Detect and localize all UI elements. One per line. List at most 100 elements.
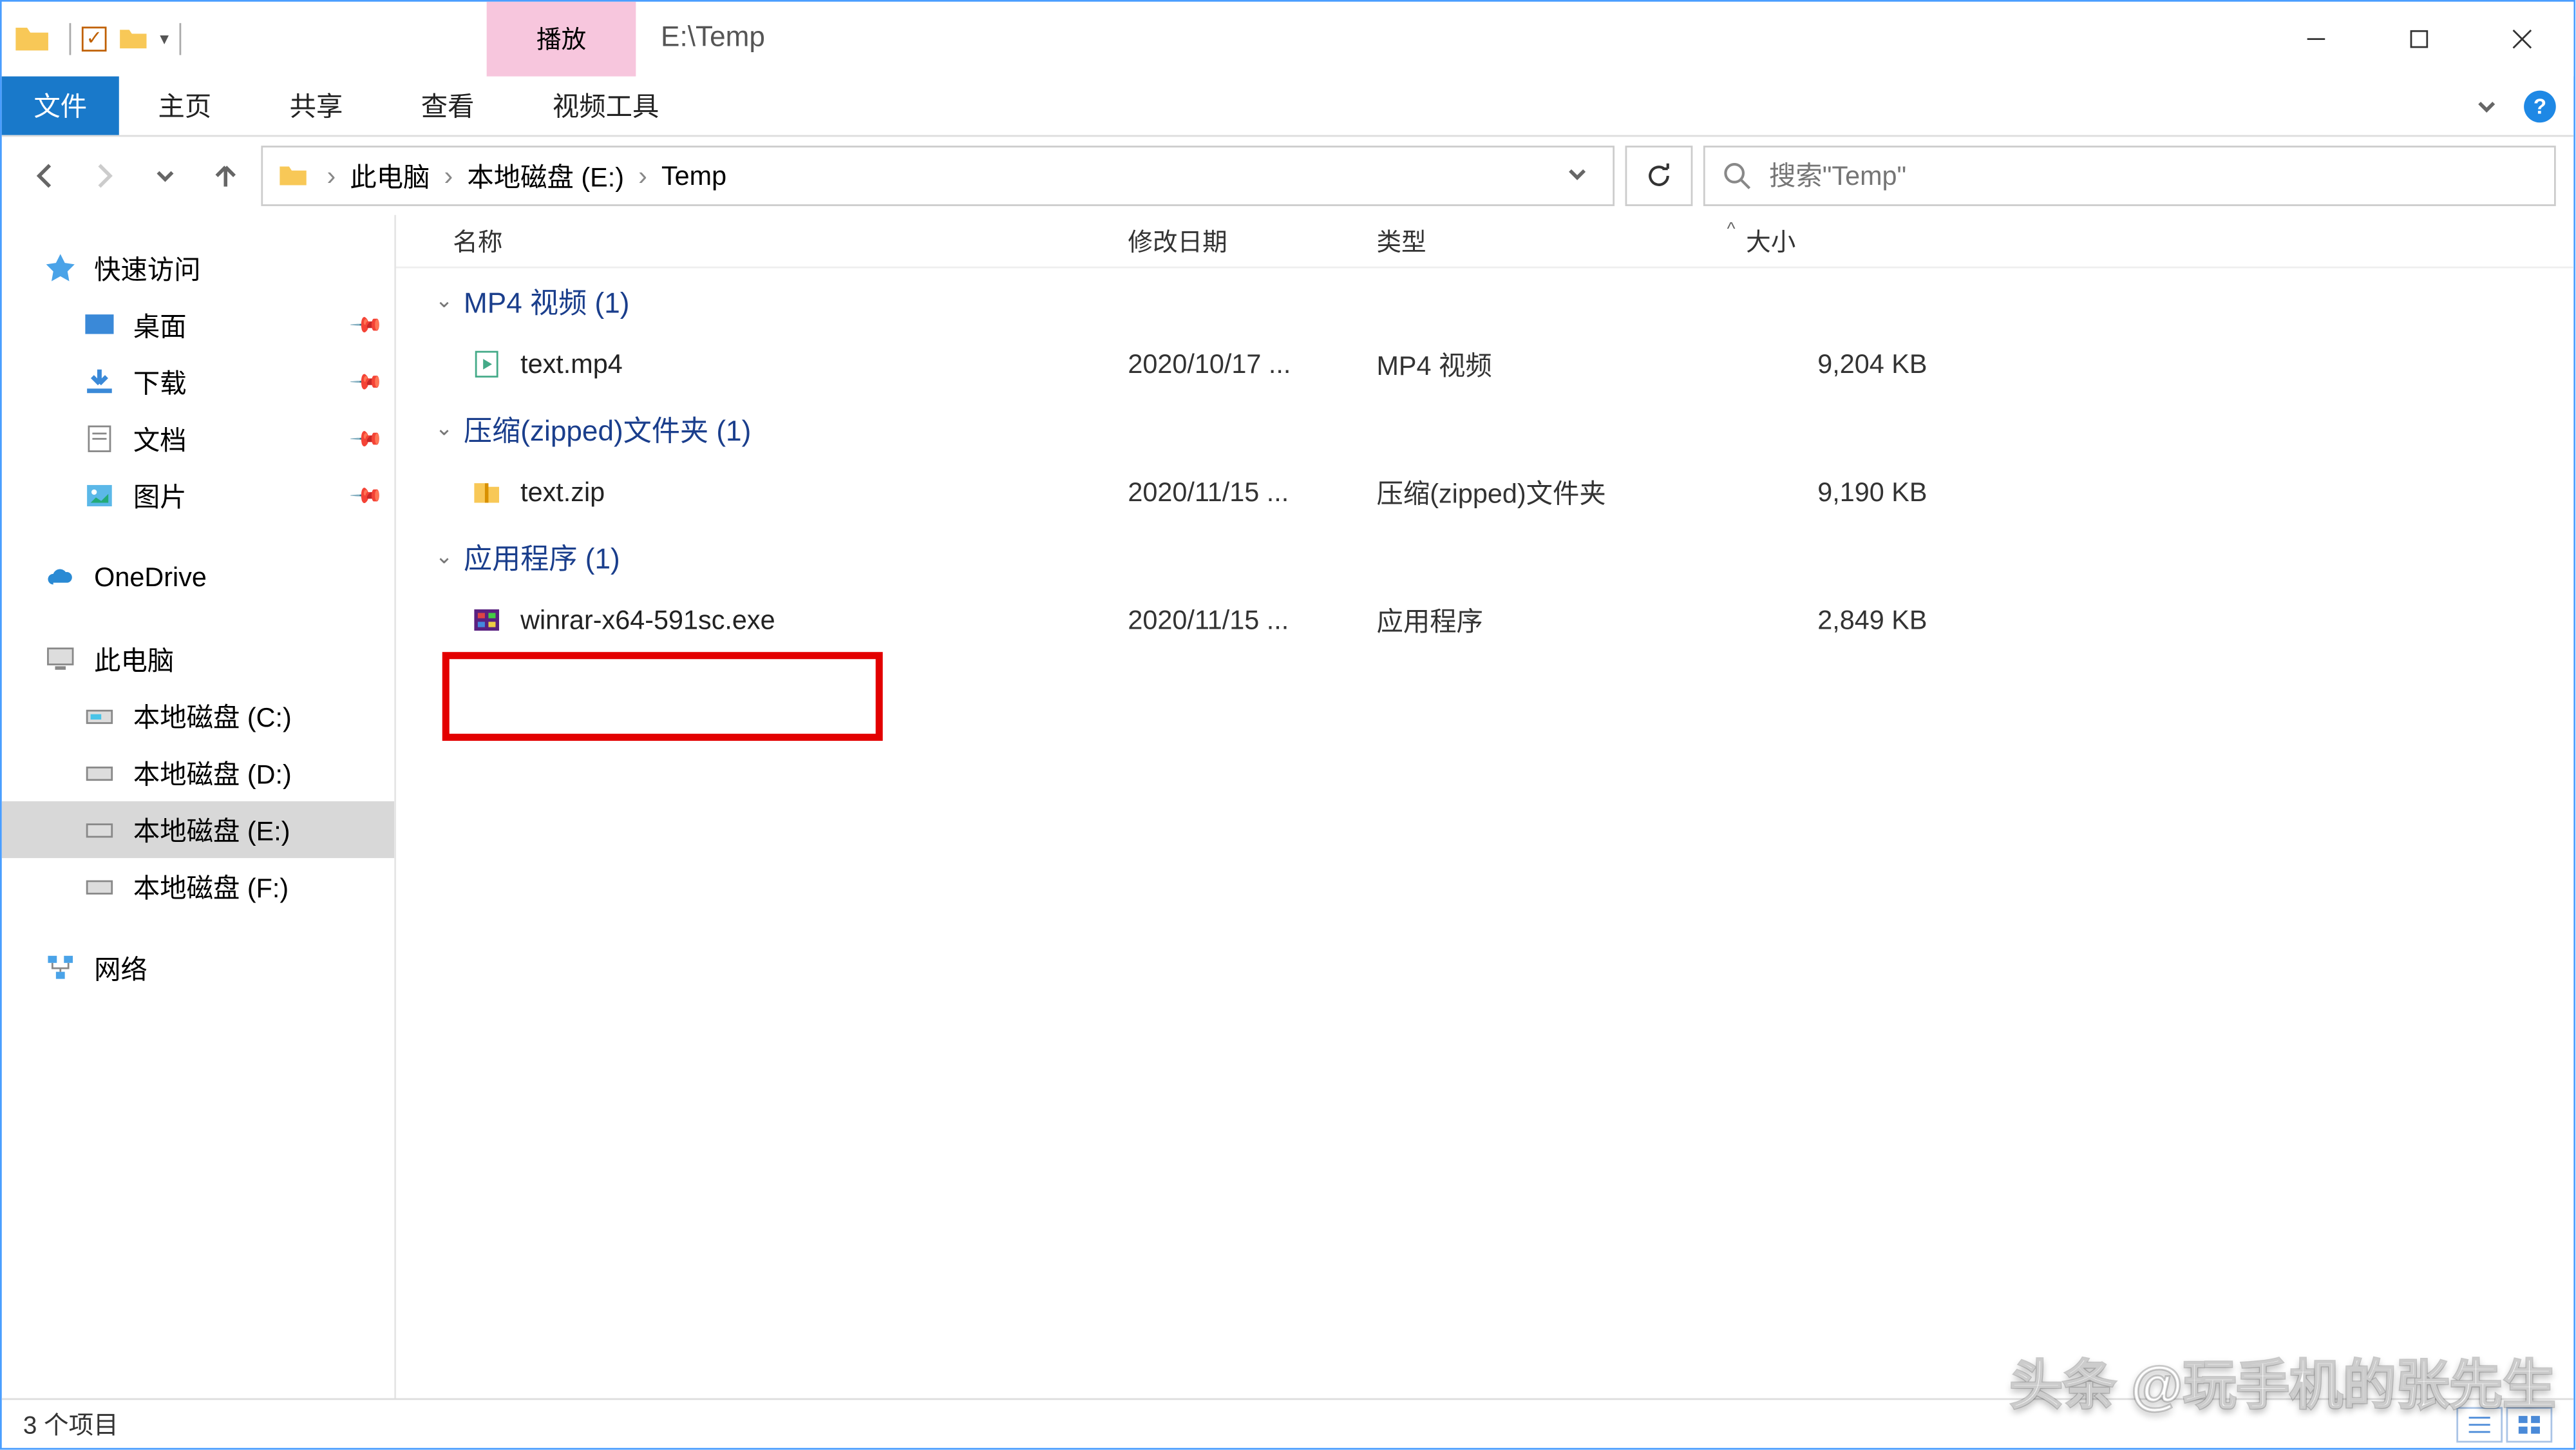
- divider: [180, 23, 182, 55]
- history-dropdown[interactable]: [140, 151, 190, 200]
- maximize-button[interactable]: [2367, 2, 2470, 77]
- help-icon[interactable]: ?: [2524, 90, 2556, 122]
- item-count: 3 个项目: [23, 1406, 118, 1442]
- folder-icon: [117, 23, 149, 55]
- chevron-right-icon[interactable]: ›: [631, 161, 654, 191]
- sidebar-desktop[interactable]: 桌面📌: [2, 297, 395, 354]
- file-list: 名称 修改日期 类型^ 大小 ⌄MP4 视频 (1) text.mp4 2020…: [396, 215, 2573, 1398]
- sidebar-drive-f[interactable]: 本地磁盘 (F:): [2, 858, 395, 915]
- sidebar-drive-e[interactable]: 本地磁盘 (E:): [2, 801, 395, 858]
- folder-icon: [277, 160, 309, 192]
- window-controls: [2264, 2, 2573, 77]
- file-type: 压缩(zipped)文件夹: [1376, 473, 1749, 511]
- column-headers: 名称 修改日期 类型^ 大小: [396, 215, 2573, 269]
- drive-icon: [84, 700, 116, 732]
- chevron-down-icon: ⌄: [435, 415, 453, 441]
- play-contextual-tab[interactable]: 播放: [487, 2, 636, 77]
- file-size: 2,849 KB: [1750, 605, 1963, 635]
- group-header[interactable]: ⌄压缩(zipped)文件夹 (1): [396, 396, 2573, 460]
- desktop-icon: [84, 309, 116, 341]
- tab-video-tools[interactable]: 视频工具: [513, 77, 698, 135]
- tab-view[interactable]: 查看: [382, 77, 513, 135]
- drive-icon: [84, 757, 116, 789]
- chevron-right-icon[interactable]: ›: [437, 161, 460, 191]
- column-size[interactable]: 大小: [1746, 223, 1959, 258]
- pc-icon: [44, 643, 77, 675]
- tab-file[interactable]: 文件: [2, 77, 119, 135]
- view-details-button[interactable]: [2456, 1406, 2503, 1442]
- ribbon-tabs: 文件 主页 共享 查看 视频工具 ?: [2, 77, 2574, 137]
- sidebar-this-pc[interactable]: 此电脑: [2, 631, 395, 687]
- pin-icon: 📌: [348, 307, 384, 343]
- zip-file-icon: [471, 476, 503, 508]
- window-title: E:\Temp: [636, 2, 764, 77]
- pin-icon: 📌: [348, 421, 384, 457]
- body: 快速访问 桌面📌 下载📌 文档📌 图片📌 OneDrive: [2, 215, 2574, 1398]
- file-type: 应用程序: [1376, 602, 1749, 639]
- file-date: 2020/11/15 ...: [1128, 477, 1376, 508]
- exe-file-icon: [471, 604, 503, 636]
- cloud-icon: [44, 562, 77, 594]
- up-button[interactable]: [201, 151, 251, 200]
- forward-button[interactable]: [80, 151, 129, 200]
- navbar: › 此电脑 › 本地磁盘 (E:) › Temp: [2, 137, 2574, 215]
- chevron-down-icon: ⌄: [435, 544, 453, 569]
- video-file-icon: [471, 348, 503, 381]
- breadcrumb[interactable]: 此电脑: [343, 157, 437, 195]
- pin-icon: 📌: [348, 477, 384, 513]
- view-icons-button[interactable]: [2506, 1406, 2553, 1442]
- chevron-down-icon: ⌄: [435, 288, 453, 313]
- group-header[interactable]: ⌄应用程序 (1): [396, 524, 2573, 588]
- file-size: 9,204 KB: [1750, 349, 1963, 379]
- titlebar: ▾ 播放 E:\Temp: [2, 2, 2574, 77]
- sidebar-downloads[interactable]: 下载📌: [2, 354, 395, 410]
- minimize-button[interactable]: [2264, 2, 2367, 77]
- search-icon: [1723, 162, 1751, 190]
- search-input[interactable]: [1769, 161, 2536, 191]
- address-bar[interactable]: › 此电脑 › 本地磁盘 (E:) › Temp: [261, 146, 1615, 206]
- folder-icon: [12, 19, 52, 59]
- sidebar-drive-c[interactable]: 本地磁盘 (C:): [2, 687, 395, 744]
- ribbon-collapse-icon[interactable]: [2474, 93, 2499, 119]
- file-row[interactable]: winrar-x64-591sc.exe 2020/11/15 ... 应用程序…: [396, 588, 2573, 652]
- column-date[interactable]: 修改日期: [1128, 223, 1376, 258]
- breadcrumb[interactable]: 本地磁盘 (E:): [460, 157, 631, 195]
- address-dropdown-icon[interactable]: [1556, 161, 1598, 191]
- document-icon: [84, 423, 116, 455]
- play-label: 播放: [536, 21, 586, 57]
- back-button[interactable]: [19, 151, 69, 200]
- sidebar-documents[interactable]: 文档📌: [2, 410, 395, 467]
- refresh-button[interactable]: [1625, 146, 1693, 206]
- sidebar-pictures[interactable]: 图片📌: [2, 467, 395, 524]
- download-icon: [84, 366, 116, 398]
- file-name: text.zip: [520, 477, 605, 508]
- properties-icon[interactable]: [82, 26, 107, 52]
- file-size: 9,190 KB: [1750, 477, 1963, 508]
- drive-icon: [84, 870, 116, 902]
- chevron-right-icon[interactable]: ›: [319, 161, 343, 191]
- sidebar-quick-access[interactable]: 快速访问: [2, 240, 395, 296]
- sidebar-network[interactable]: 网络: [2, 940, 395, 997]
- close-button[interactable]: [2470, 2, 2573, 77]
- star-icon: [44, 253, 77, 285]
- file-type: MP4 视频: [1376, 345, 1749, 383]
- highlight-annotation: [442, 652, 883, 741]
- sidebar-drive-d[interactable]: 本地磁盘 (D:): [2, 745, 395, 801]
- file-date: 2020/10/17 ...: [1128, 349, 1376, 379]
- pictures-icon: [84, 480, 116, 512]
- column-name[interactable]: 名称: [453, 223, 1128, 258]
- search-box[interactable]: [1703, 146, 2556, 206]
- sidebar-onedrive[interactable]: OneDrive: [2, 549, 395, 606]
- drive-icon: [84, 814, 116, 846]
- file-row[interactable]: text.mp4 2020/10/17 ... MP4 视频 9,204 KB: [396, 332, 2573, 396]
- qat-dropdown-icon[interactable]: ▾: [160, 30, 169, 49]
- divider: [70, 23, 71, 55]
- file-row[interactable]: text.zip 2020/11/15 ... 压缩(zipped)文件夹 9,…: [396, 460, 2573, 524]
- group-header[interactable]: ⌄MP4 视频 (1): [396, 268, 2573, 332]
- breadcrumb[interactable]: Temp: [654, 161, 734, 191]
- column-type[interactable]: 类型^: [1376, 223, 1746, 258]
- explorer-window: ▾ 播放 E:\Temp 文件 主页 共享 查看 视频工具 ?: [0, 0, 2575, 1450]
- tab-share[interactable]: 共享: [251, 77, 382, 135]
- tab-home[interactable]: 主页: [119, 77, 251, 135]
- network-icon: [44, 952, 77, 984]
